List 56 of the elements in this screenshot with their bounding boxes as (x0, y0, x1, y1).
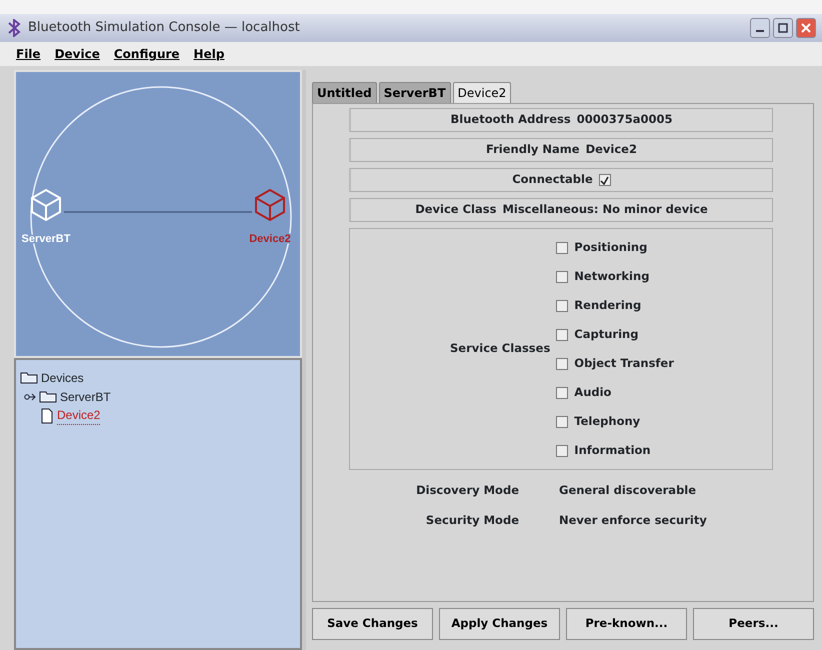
checkbox-label: Telephony (574, 412, 640, 430)
minimize-button[interactable] (750, 18, 770, 38)
maximize-button[interactable] (773, 18, 793, 38)
property-value: Device2 (586, 141, 637, 158)
checkbox[interactable] (556, 270, 568, 282)
menu-item[interactable]: Device (54, 45, 100, 63)
mode-label: Security Mode (424, 512, 520, 530)
minimize-icon (756, 30, 764, 32)
checkbox[interactable] (556, 300, 568, 312)
tree-item[interactable]: Devices (41, 368, 84, 386)
tree-item[interactable]: ServerBT (60, 388, 111, 406)
expand-handle-icon[interactable] (24, 392, 36, 402)
close-button[interactable] (796, 18, 816, 38)
device-node-icon[interactable] (255, 188, 285, 222)
action-button[interactable]: Pre-known... (566, 608, 687, 640)
checkbox[interactable] (556, 386, 568, 398)
mode-value: Never enforce security (559, 512, 707, 530)
checkbox-label: Information (574, 442, 651, 459)
property-value: Miscellaneous: No minor device (502, 201, 708, 218)
tab[interactable]: ServerBT (378, 82, 451, 103)
checkbox[interactable] (598, 174, 611, 186)
checkbox-label: Audio (574, 384, 612, 401)
checkbox-label: Capturing (574, 326, 638, 343)
service-classes-label: Service Classes (450, 340, 550, 358)
tree-item[interactable]: Device2 (57, 406, 100, 425)
action-button[interactable]: Apply Changes (439, 608, 560, 640)
checkbox-label: Object Transfer (574, 354, 674, 372)
checkbox[interactable] (556, 242, 568, 254)
file-icon (40, 408, 54, 424)
checkbox[interactable] (556, 416, 568, 428)
maximize-icon (778, 23, 788, 33)
folder-icon (39, 390, 57, 403)
checkbox-label: Networking (574, 268, 650, 285)
property-value: 0000375a0005 (576, 111, 672, 128)
menu-item[interactable]: File (16, 45, 41, 63)
checkbox-label: Rendering (574, 296, 642, 314)
checkbox-label: Positioning (574, 238, 648, 256)
menu-item[interactable]: Configure (114, 45, 180, 63)
window-title: Bluetooth Simulation Console — localhost (28, 19, 300, 38)
action-button[interactable]: Save Changes (312, 608, 433, 640)
property-label: Friendly Name (486, 141, 580, 158)
tab[interactable]: Untitled (312, 82, 377, 103)
mode-value: General discoverable (559, 482, 696, 500)
action-button[interactable]: Peers... (693, 608, 814, 640)
mode-label: Discovery Mode (415, 482, 520, 500)
folder-icon (20, 371, 38, 384)
checkbox[interactable] (556, 358, 568, 370)
menu-item[interactable]: Help (194, 45, 224, 63)
close-icon (801, 23, 811, 33)
property-label: Connectable (512, 171, 593, 188)
tab[interactable]: Device2 (452, 82, 512, 103)
property-label: Bluetooth Address (450, 111, 571, 128)
checkbox[interactable] (556, 328, 568, 340)
checkbox[interactable] (556, 444, 568, 456)
app-icon (6, 19, 22, 37)
property-label: Device Class (415, 201, 496, 218)
